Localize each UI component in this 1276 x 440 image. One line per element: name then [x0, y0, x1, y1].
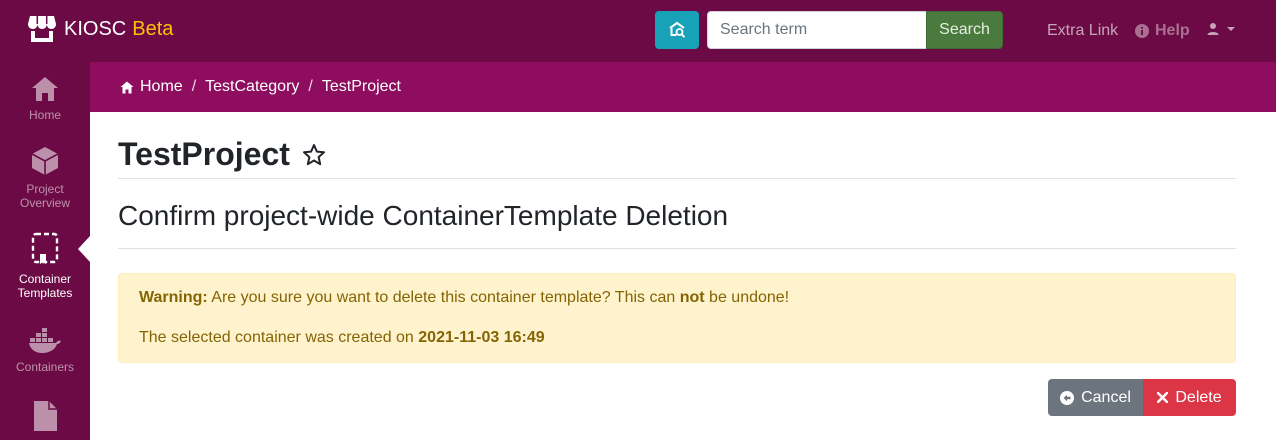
- file-icon: [34, 401, 57, 431]
- brand-name: KIOSC: [64, 17, 127, 40]
- cancel-button[interactable]: Cancel: [1048, 379, 1143, 416]
- help-label: Help: [1155, 22, 1190, 39]
- delete-button[interactable]: Delete: [1143, 379, 1236, 416]
- delete-label: Delete: [1175, 388, 1222, 406]
- template-icon: [31, 232, 59, 264]
- search-settings-icon: [669, 21, 686, 38]
- help-link[interactable]: Help: [1135, 22, 1190, 40]
- page-title: TestProject: [118, 136, 290, 172]
- caret-down-icon: [1227, 27, 1235, 31]
- arrow-left-circle-icon: [1060, 390, 1075, 405]
- info-circle-icon: [1135, 24, 1149, 38]
- breadcrumb-separator: /: [308, 78, 313, 95]
- warning-message: Warning: Are you sure you want to delete…: [139, 289, 1215, 307]
- sidebar-item-label: Templates: [17, 286, 73, 300]
- sidebar-item-home[interactable]: Home: [0, 76, 90, 122]
- user-dropdown[interactable]: [1206, 22, 1238, 36]
- star-outline-icon[interactable]: [302, 143, 326, 167]
- sidebar-item-label: Overview: [19, 196, 70, 210]
- sidebar-item-container-templates[interactable]: Container Templates: [0, 232, 90, 300]
- warning-alert: Warning: Are you sure you want to delete…: [118, 273, 1236, 363]
- store-icon: [28, 16, 56, 42]
- breadcrumb-home[interactable]: Home: [140, 78, 183, 96]
- divider: [118, 178, 1236, 179]
- search-input[interactable]: [707, 11, 927, 49]
- page-subtitle: Confirm project-wide ContainerTemplate D…: [118, 200, 729, 231]
- sidebar-item-file[interactable]: [0, 400, 90, 438]
- sidebar-item-label: Project: [26, 182, 64, 196]
- sidebar-item-label: Containers: [15, 360, 75, 374]
- home-icon: [32, 77, 58, 101]
- sidebar-item-label: Home: [28, 108, 61, 122]
- sidebar-item-label: Container: [18, 272, 72, 286]
- warning-text-end: be undone!: [709, 289, 790, 306]
- top-navbar: KIOSC Beta Search Extra Link Help: [0, 0, 1276, 62]
- extra-link[interactable]: Extra Link: [1047, 22, 1118, 40]
- home-icon: [120, 81, 134, 93]
- page-title-row: TestProject: [118, 136, 326, 173]
- created-date: 2021-11-03 16:49: [418, 329, 545, 346]
- docker-icon: [29, 328, 61, 353]
- created-message: The selected container was created on 20…: [139, 329, 1215, 347]
- brand-beta-label: Beta: [132, 17, 174, 40]
- breadcrumb-project[interactable]: TestProject: [322, 78, 401, 96]
- sidebar-item-containers[interactable]: Containers: [0, 328, 90, 374]
- brand-link[interactable]: KIOSC Beta: [28, 12, 173, 46]
- warning-label: Warning:: [139, 289, 208, 306]
- created-text: The selected container was created on: [139, 329, 414, 346]
- search-button[interactable]: Search: [926, 11, 1003, 49]
- advanced-search-button[interactable]: [655, 11, 699, 49]
- warning-emphasis: not: [679, 289, 705, 306]
- breadcrumb-category[interactable]: TestCategory: [205, 78, 299, 96]
- cancel-label: Cancel: [1081, 388, 1131, 406]
- sidebar-item-project-overview[interactable]: Project Overview: [0, 146, 90, 210]
- sidebar: Home Project Overview Container Template…: [0, 62, 90, 440]
- warning-text: Are you sure you want to delete this con…: [211, 289, 676, 306]
- cube-icon: [31, 147, 59, 175]
- divider: [118, 248, 1236, 249]
- user-icon: [1207, 23, 1219, 35]
- breadcrumb-separator: /: [191, 78, 197, 95]
- close-icon: [1157, 392, 1169, 403]
- breadcrumb: Home / TestCategory / TestProject: [90, 62, 1276, 112]
